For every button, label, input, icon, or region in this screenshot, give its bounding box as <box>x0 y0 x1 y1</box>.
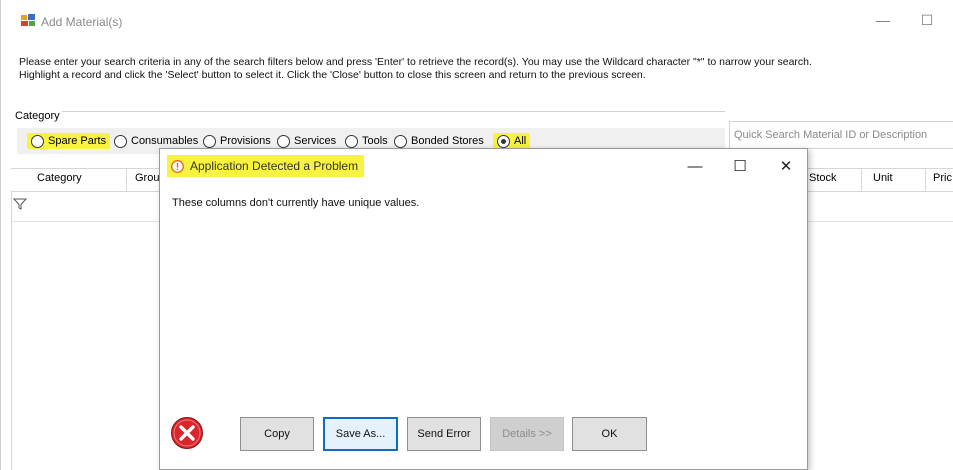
radio-provisions[interactable]: Provisions <box>203 133 271 149</box>
radio-circle-icon[interactable] <box>345 134 358 148</box>
dialog-maximize-icon[interactable]: ☐ <box>730 157 750 177</box>
save-as-button[interactable]: Save As... <box>323 417 398 451</box>
radio-services[interactable]: Services <box>277 133 336 149</box>
grid-col-unit[interactable]: Unit <box>873 172 893 184</box>
instructions-text: Please enter your search criteria in any… <box>19 56 939 82</box>
category-label: Category <box>13 110 62 122</box>
send-error-button[interactable]: Send Error <box>407 417 481 451</box>
radio-consumables[interactable]: Consumables <box>114 133 198 149</box>
dialog-minimize-icon[interactable]: — <box>685 157 705 177</box>
window-title: Add Material(s) <box>41 15 123 29</box>
grid-col-divider <box>126 168 127 192</box>
error-dialog: Application Detected a Problem — ☐ ✕ The… <box>159 148 808 470</box>
add-material-window: Add Material(s) — ☐ Please enter your se… <box>0 0 953 470</box>
app-material-icon <box>21 14 35 26</box>
radio-circle-icon[interactable] <box>31 134 44 148</box>
ok-button[interactable]: OK <box>572 417 647 451</box>
grid-col-stock[interactable]: Stock <box>809 172 837 184</box>
grid-col-divider <box>925 168 926 192</box>
warning-icon <box>171 159 184 173</box>
dialog-close-icon[interactable]: ✕ <box>776 157 796 177</box>
radio-spare-parts[interactable]: Spare Parts <box>27 133 111 149</box>
radio-circle-icon[interactable] <box>394 134 407 148</box>
filter-icon[interactable] <box>13 197 27 211</box>
dialog-titlebar: Application Detected a Problem — ☐ ✕ <box>160 149 807 183</box>
dialog-message: These columns don't currently have uniqu… <box>172 197 420 209</box>
radio-circle-icon[interactable] <box>277 134 290 148</box>
radio-checked-icon[interactable] <box>497 134 510 148</box>
grid-col-category[interactable]: Category <box>37 172 82 184</box>
radio-tools[interactable]: Tools <box>345 133 388 149</box>
radio-circle-icon[interactable] <box>114 134 127 148</box>
details-button[interactable]: Details >> <box>490 417 564 451</box>
dialog-title: Application Detected a Problem <box>167 155 365 177</box>
maximize-icon[interactable]: ☐ <box>917 10 937 30</box>
instructions-line-2: Highlight a record and click the 'Select… <box>19 69 646 81</box>
grid-col-divider <box>861 168 862 192</box>
grid-col-price[interactable]: Pric <box>933 172 952 184</box>
dialog-title-text: Application Detected a Problem <box>190 159 359 173</box>
window-titlebar: Add Material(s) — ☐ <box>1 0 953 34</box>
radio-all[interactable]: All <box>493 133 531 149</box>
minimize-icon[interactable]: — <box>873 10 893 30</box>
error-icon <box>171 417 203 449</box>
instructions-line-1: Please enter your search criteria in any… <box>19 56 812 68</box>
copy-button[interactable]: Copy <box>240 417 314 451</box>
grid-col-group[interactable]: Grou <box>135 172 159 184</box>
quick-search-input[interactable] <box>729 121 953 149</box>
radio-bonded-stores[interactable]: Bonded Stores <box>394 133 484 149</box>
radio-circle-icon[interactable] <box>203 134 216 148</box>
